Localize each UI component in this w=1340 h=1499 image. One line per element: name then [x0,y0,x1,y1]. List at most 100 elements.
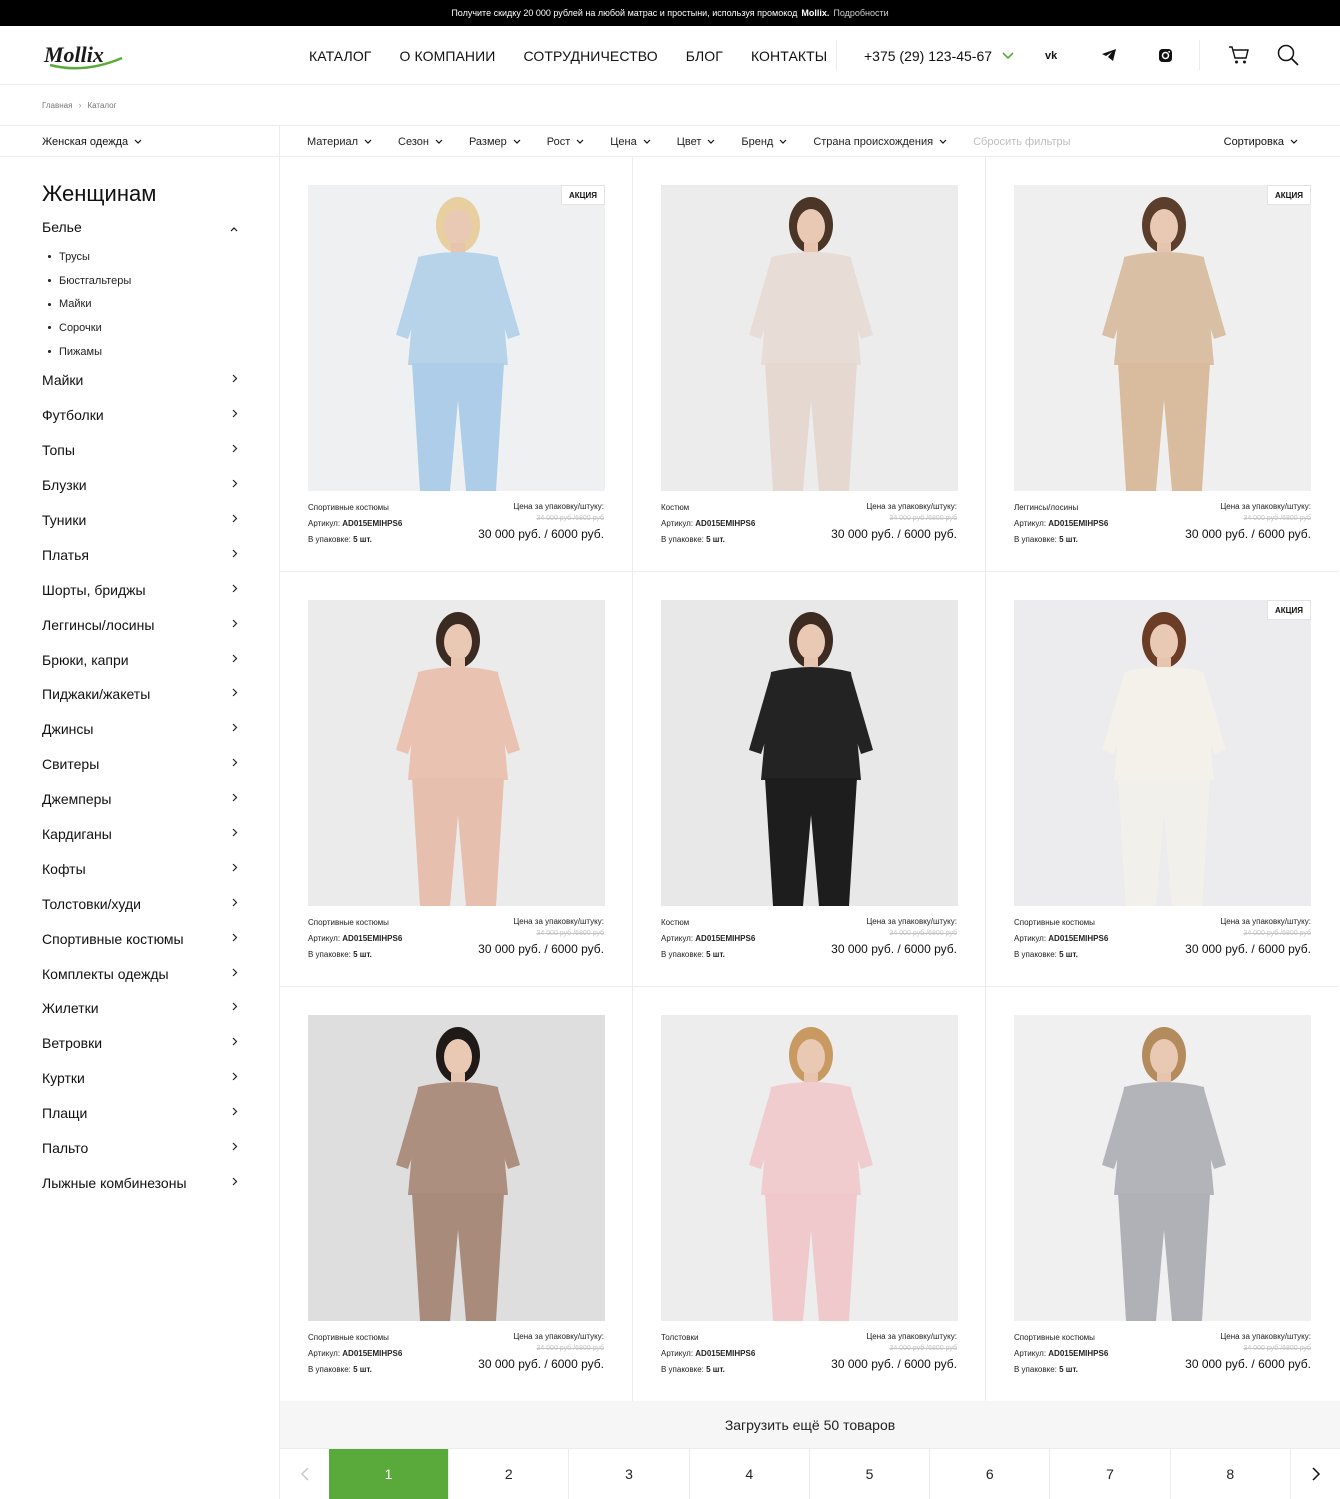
filter-price[interactable]: Цена [610,136,651,148]
page-5[interactable]: 5 [810,1449,930,1499]
subcategory-item[interactable]: Майки [48,292,131,316]
product-image[interactable] [308,600,605,906]
page-3[interactable]: 3 [570,1449,690,1499]
product-card[interactable]: Спортивные костюмы Артикул: AD015EMIHPS6 В… [986,987,1339,1402]
sidebar-category-item[interactable]: Пальто [42,1131,238,1166]
sidebar-category-item[interactable]: Туники [42,503,238,538]
logo[interactable]: Mollix [42,38,126,72]
sidebar-category-item[interactable]: Футболки [42,398,238,433]
old-price: 34 000 руб /6800 руб [889,1345,957,1352]
sidebar-category-item[interactable]: Джинсы [42,712,238,747]
page-2[interactable]: 2 [449,1449,570,1499]
instagram-icon[interactable] [1153,43,1177,67]
chevron-right-icon [232,479,238,491]
sidebar-category-item[interactable]: Брюки, капри [42,642,238,677]
filter-color[interactable]: Цвет [677,136,716,148]
product-card[interactable]: Костюм Артикул: AD015EMIHPS6 В упаковке: 5… [633,572,986,987]
sidebar-category-item[interactable]: Платья [42,537,238,572]
sidebar-category-item[interactable]: Леггинсы/лосины [42,607,238,642]
sidebar-category-item[interactable]: Кофты [42,851,238,886]
subcategory-item[interactable]: Пижамы [48,340,131,364]
filter-country[interactable]: Страна происхождения [813,136,947,148]
product-category: Спортивные костюмы [308,918,389,927]
nav-catalog[interactable]: КАТАЛОГ [309,48,372,64]
sidebar-category-item[interactable]: Лыжные комбинезоны [42,1165,238,1200]
product-card[interactable]: Спортивные костюмы Артикул: AD015EMIHPS6 В… [280,572,633,987]
product-image[interactable] [1014,1015,1311,1321]
sidebar-category-item[interactable]: Толстовки/худи [42,886,238,921]
sidebar-category-item[interactable]: Жилетки [42,991,238,1026]
product-image[interactable]: АКЦИЯ [1014,185,1311,491]
cart-icon[interactable] [1226,42,1252,68]
sidebar-category-item[interactable]: Пиджаки/жакеты [42,677,238,712]
product-photo [308,185,605,491]
chevron-right-icon [232,933,238,945]
sidebar-category-item[interactable]: Спортивные костюмы [42,921,238,956]
sidebar-category-item[interactable]: Плащи [42,1096,238,1131]
sidebar-category-item[interactable]: Майки [42,363,238,398]
sidebar-category-item[interactable]: Куртки [42,1061,238,1096]
load-more-button[interactable]: Загрузить ещё 50 товаров [280,1401,1340,1449]
product-card[interactable]: АКЦИЯ Спортивные костюмы Артикул: AD015EMI… [280,157,633,572]
nav-contacts[interactable]: КОНТАКТЫ [751,48,827,64]
subcategory-item[interactable]: Трусы [48,245,131,269]
product-category: Спортивные костюмы [1014,1333,1095,1342]
sidebar-category-item[interactable]: Свитеры [42,747,238,782]
subcategory-item[interactable]: Сорочки [48,316,131,340]
page-6[interactable]: 6 [930,1449,1051,1499]
sidebar-category-item[interactable]: Ветровки [42,1026,238,1061]
page-4[interactable]: 4 [690,1449,810,1499]
category-select[interactable]: Женская одежда [42,126,142,157]
page-8[interactable]: 8 [1171,1449,1291,1499]
sidebar-category-label: Кардиганы [42,826,112,843]
chevron-right-icon [232,1142,238,1154]
product-image[interactable] [661,600,958,906]
filter-season[interactable]: Сезон [398,136,443,148]
current-price: 30 000 руб. / 6000 руб. [831,1357,957,1371]
sidebar-category-item[interactable]: Джемперы [42,782,238,817]
filter-brand[interactable]: Бренд [741,136,787,148]
filter-size[interactable]: Размер [469,136,521,148]
product-image[interactable]: АКЦИЯ [308,185,605,491]
product-card[interactable]: АКЦИЯ Леггинсы/лосины Артикул: AD015EMIHPS… [986,157,1339,572]
telegram-icon[interactable] [1097,43,1121,67]
sidebar-category-item[interactable]: Комплекты одежды [42,956,238,991]
subcategory-item[interactable]: Бюстгальтеры [48,269,131,293]
product-image[interactable] [661,1015,958,1321]
sidebar-item-underwear[interactable]: Белье [42,219,238,235]
nav-blog[interactable]: БЛОГ [686,48,723,64]
chevron-down-icon [643,136,651,148]
old-price: 34 000 руб /6800 руб [536,1345,604,1352]
sidebar-category-item[interactable]: Топы [42,433,238,468]
next-page-icon[interactable] [1291,1449,1340,1499]
phone-dropdown[interactable]: +375 (29) 123-45-67 [864,26,1014,85]
chevron-right-icon [232,409,238,421]
product-card[interactable]: Костюм Артикул: AD015EMIHPS6 В упаковке: 5… [633,157,986,572]
sidebar-category-item[interactable]: Блузки [42,468,238,503]
product-image[interactable] [661,185,958,491]
sidebar-category-item[interactable]: Шорты, бриджы [42,572,238,607]
promo-more-link[interactable]: Подробности [833,8,888,18]
nav-cooperation[interactable]: СОТРУДНИЧЕСТВО [523,48,657,64]
current-price: 30 000 руб. / 6000 руб. [831,527,957,541]
product-price-block: Цена за упаковку/штуку: 34 000 руб /6800 … [478,915,604,959]
filter-height[interactable]: Рост [547,136,585,148]
sort-select[interactable]: Сортировка [1224,126,1298,157]
nav-about[interactable]: О КОМПАНИИ [400,48,496,64]
product-meta: Толстовки Артикул: AD015EMIHPS6 В упаковке… [661,1330,755,1378]
product-image[interactable] [308,1015,605,1321]
filter-material[interactable]: Материал [307,136,372,148]
product-card[interactable]: АКЦИЯ Спортивные костюмы Артикул: AD015EMI… [986,572,1339,987]
reset-filters-button[interactable]: Сбросить фильтры [973,136,1071,148]
prev-page-icon[interactable] [280,1449,329,1499]
product-image[interactable]: АКЦИЯ [1014,600,1311,906]
vk-icon[interactable]: vk [1041,43,1065,67]
sidebar-category-item[interactable]: Кардиганы [42,817,238,852]
page-1[interactable]: 1 [329,1449,449,1499]
product-card[interactable]: Спортивные костюмы Артикул: AD015EMIHPS6 В… [280,987,633,1402]
product-card[interactable]: Толстовки Артикул: AD015EMIHPS6 В упаковке… [633,987,986,1402]
search-icon[interactable] [1275,42,1301,68]
page-7[interactable]: 7 [1051,1449,1171,1499]
breadcrumb-home[interactable]: Главная [42,101,72,110]
article-label: Артикул: [308,1349,341,1358]
